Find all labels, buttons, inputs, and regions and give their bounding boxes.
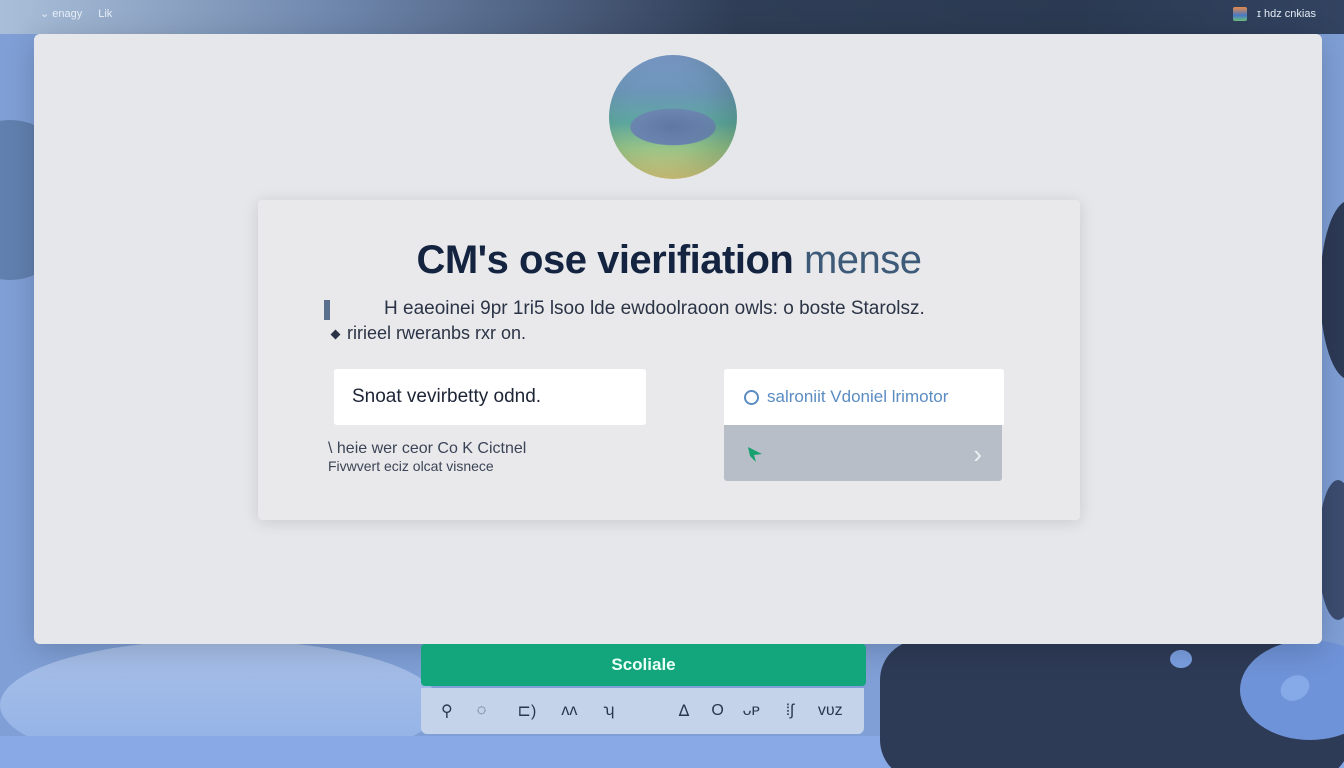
toolbar-tool-1-icon[interactable]: ⚲ <box>435 701 459 721</box>
app-icon[interactable] <box>1233 7 1248 21</box>
title-main: CM's ose vierifiation <box>416 238 794 282</box>
info-marker <box>324 300 330 320</box>
alternative-option[interactable]: salroniit Vdoniel lrimotor <box>724 369 1004 425</box>
top-bar-label-1[interactable]: ⌄ enagy <box>40 7 82 20</box>
bullet-icon <box>330 329 341 340</box>
toolbar-tool-2-icon[interactable]: ◌ <box>459 702 504 720</box>
toolbar-tool-8-icon[interactable]: ᴗᴘ <box>733 702 769 720</box>
toolbar-tool-3-icon[interactable]: ⊏) <box>504 701 549 721</box>
description-line-1: H eaeoinei 9pr 1ri5 lsoo lde ewdoolraoon… <box>384 298 925 319</box>
alternative-option-label: salroniit Vdoniel lrimotor <box>767 387 949 406</box>
description-line-2: ririeel rweranbs rxr on. <box>330 323 527 344</box>
toolbar-tool-5-icon[interactable]: ʮ <box>589 702 629 720</box>
main-window: CM's ose vierifiation mense H eaeoinei 9… <box>34 34 1322 644</box>
alternative-action-button[interactable]: › <box>724 425 1002 481</box>
toolbar-tool-9-icon[interactable]: ⁞ʃ <box>769 702 811 720</box>
verification-card: CM's ose vierifiation mense H eaeoinei 9… <box>258 200 1080 520</box>
system-top-bar: ⌄ enagy Lik ɪ hdz cnkias <box>0 0 1344 28</box>
top-bar-status: ɪ hdz cnkias <box>1257 8 1316 20</box>
hint-line-1: \ heie wer ceor Co K Cictnel <box>328 440 527 457</box>
page-title: CM's ose vierifiation mense <box>258 238 1080 283</box>
top-bar-label-2[interactable]: Lik <box>98 8 112 20</box>
top-bar-left: ⌄ enagy Lik <box>40 7 112 21</box>
toolbar-tool-4-icon[interactable]: ᴧᴧ <box>550 702 590 720</box>
toolbar-tool-6-icon[interactable]: ᐃ <box>666 701 702 721</box>
title-accent: mense <box>803 238 922 282</box>
radio-icon[interactable] <box>744 389 759 405</box>
verification-code-input[interactable] <box>334 369 646 425</box>
avatar <box>609 55 737 179</box>
flag-icon <box>748 447 762 462</box>
bottom-toolbar: ⚲ ◌ ⊏) ᴧᴧ ʮ ᐃ O ᴗᴘ ⁞ʃ ᴠᴜᴢ <box>421 688 864 734</box>
toolbar-tool-10-icon[interactable]: ᴠᴜᴢ <box>811 702 851 720</box>
top-bar-right: ɪ hdz cnkias <box>1233 7 1316 21</box>
hint-line-2: Fivwvert eciz olcat visnece <box>328 458 494 474</box>
chevron-right-icon: › <box>973 439 982 469</box>
toolbar-tool-7-icon[interactable]: O <box>702 702 734 720</box>
submit-button[interactable]: Scoliale <box>421 644 866 686</box>
description-line-2-text: ririeel rweranbs rxr on. <box>347 323 527 343</box>
